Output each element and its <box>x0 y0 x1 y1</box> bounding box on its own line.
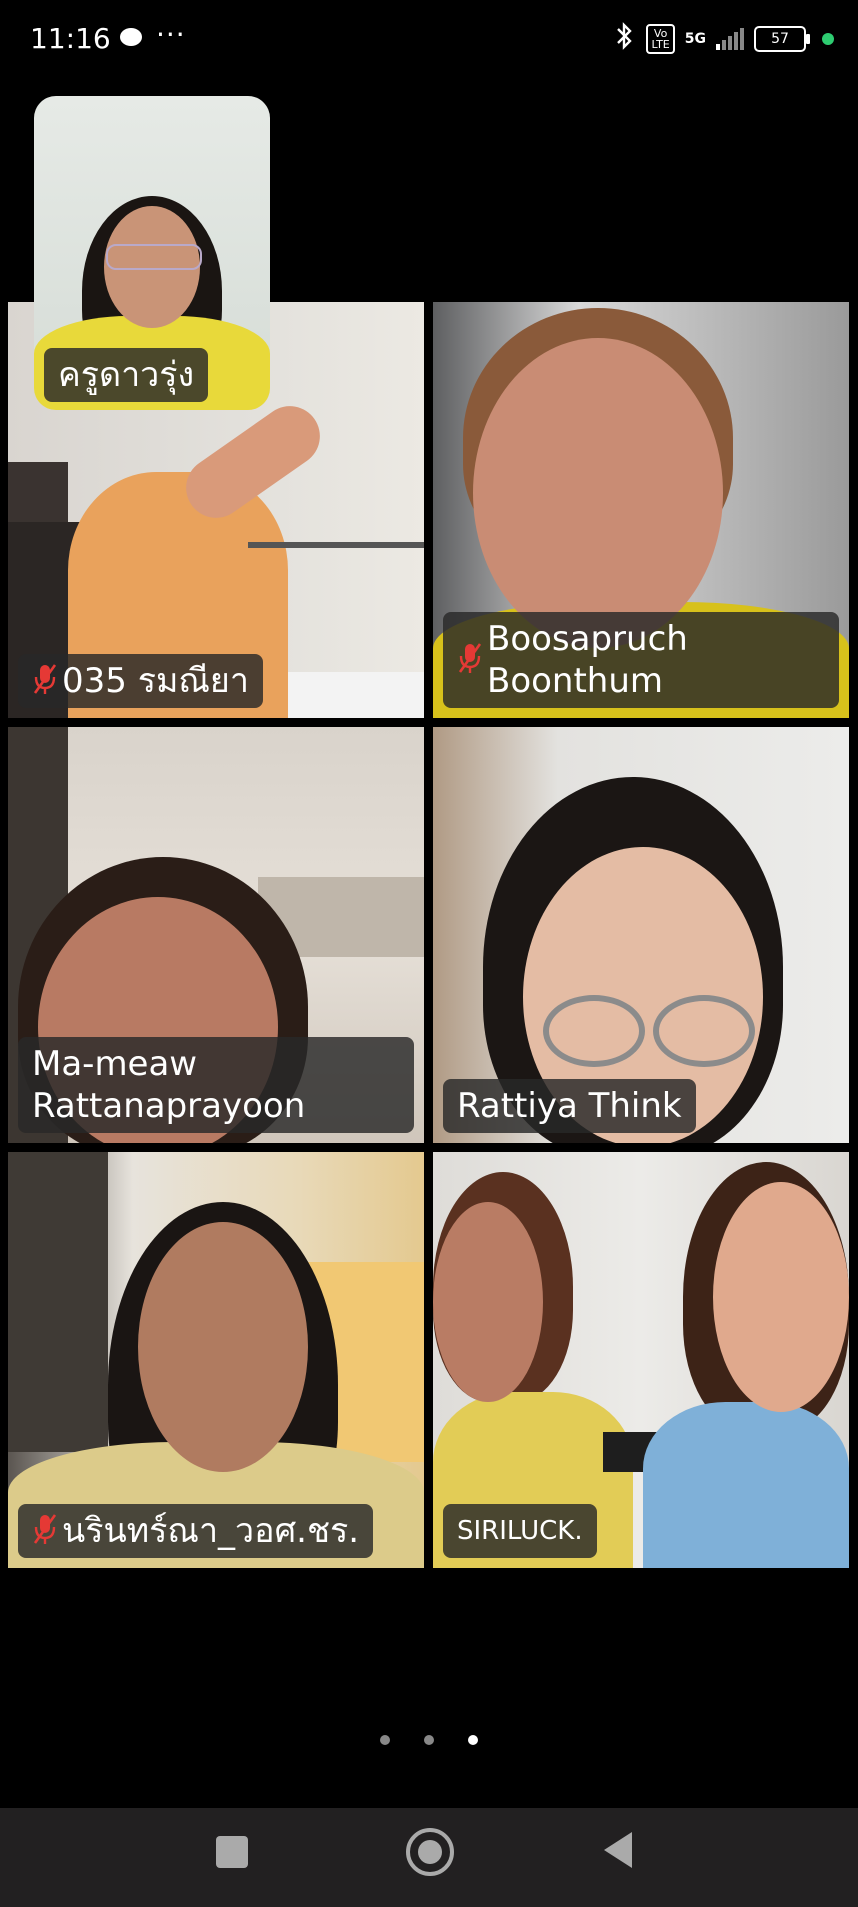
page-dot-2[interactable] <box>424 1735 434 1745</box>
home-icon[interactable] <box>406 1828 454 1876</box>
back-icon[interactable] <box>604 1832 632 1868</box>
muted-mic-icon <box>457 641 483 679</box>
participant-name-label: SIRILUCK. <box>443 1504 597 1558</box>
self-view-name-label: ครูดาวรุ่ง <box>44 348 209 402</box>
participant-name-label: 035 รมณียา <box>18 654 263 708</box>
participant-name-label: Ma-meaw Rattanaprayoon <box>18 1037 414 1133</box>
participant-tile-6[interactable]: SIRILUCK. <box>433 1152 849 1568</box>
volte-icon: Vo LTE <box>646 24 675 54</box>
participant-name-label: Rattiya Think <box>443 1079 696 1133</box>
page-dot-3-current[interactable] <box>468 1735 478 1745</box>
page-dot-1[interactable] <box>380 1735 390 1745</box>
participant-name-label: Boosapruch Boonthum <box>443 612 839 708</box>
more-notifications-icon: ··· <box>156 18 186 51</box>
muted-mic-icon <box>32 662 58 700</box>
muted-mic-icon <box>32 1512 58 1550</box>
battery-charging-indicator <box>822 33 834 45</box>
page-indicator[interactable] <box>0 1735 858 1745</box>
participant-name: Rattiya Think <box>457 1086 682 1126</box>
self-view-pip[interactable]: ครูดาวรุ่ง <box>34 96 270 410</box>
participant-tile-4[interactable]: Rattiya Think <box>433 727 849 1143</box>
participant-name: นรินทร์ณา_วอศ.ชร. <box>62 1511 360 1551</box>
participant-tile-2[interactable]: Boosapruch Boonthum <box>433 302 849 718</box>
status-bar: 11:16 ··· Vo LTE 5G 57 <box>0 0 858 80</box>
participant-tile-5[interactable]: นรินทร์ณา_วอศ.ชร. <box>8 1152 424 1568</box>
participant-name: Boosapruch Boonthum <box>487 619 688 701</box>
network-type-label: 5G <box>684 31 706 47</box>
self-view-name: ครูดาวรุ่ง <box>58 355 195 395</box>
participant-tile-3[interactable]: Ma-meaw Rattanaprayoon <box>8 727 424 1143</box>
bluetooth-icon <box>614 22 636 56</box>
participant-name: Ma-meaw Rattanaprayoon <box>32 1044 306 1126</box>
battery-icon: 57 <box>754 26 810 52</box>
chat-notification-icon <box>120 28 142 46</box>
participant-name: SIRILUCK. <box>457 1516 583 1546</box>
recent-apps-icon[interactable] <box>216 1836 248 1868</box>
status-time: 11:16 <box>30 22 111 55</box>
participant-name: 035 รมณียา <box>62 661 249 701</box>
participant-name-label: นรินทร์ณา_วอศ.ชร. <box>18 1504 374 1558</box>
system-navigation-bar <box>0 1808 858 1907</box>
signal-strength-icon <box>716 28 744 50</box>
